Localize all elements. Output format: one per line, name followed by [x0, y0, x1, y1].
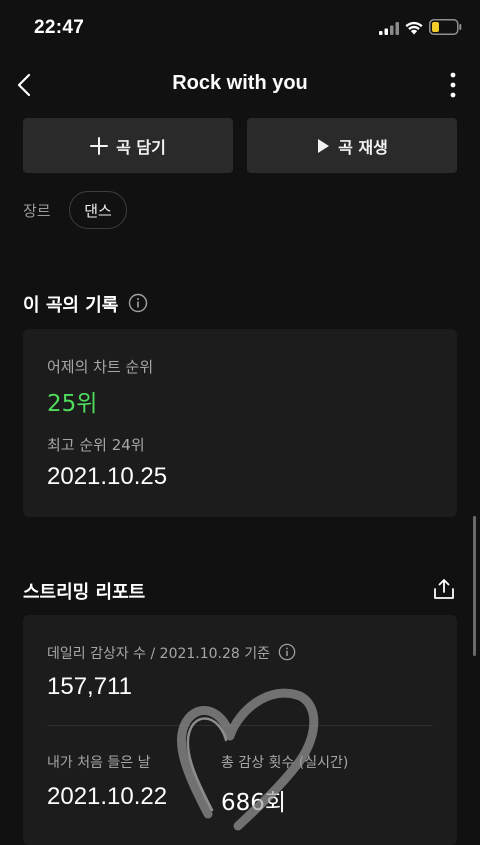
info-icon[interactable] [128, 293, 148, 313]
daily-listeners-label: 데일리 감상자 수 / 2021.10.28 기준 [47, 646, 271, 662]
scrollbar[interactable] [473, 516, 476, 656]
song-title: Rock with you [172, 72, 308, 94]
best-rank-label: 최고 순위 24위 [47, 436, 145, 454]
first-listen-value: 2021.10.22 [47, 783, 168, 810]
share-icon[interactable] [433, 578, 455, 600]
play-song-label: 곡 재생 [338, 137, 388, 157]
daily-listeners-info-icon[interactable] [278, 643, 296, 661]
song-history-title: 이 곡의 기록 [23, 295, 119, 316]
status-time: 22:47 [34, 17, 85, 38]
more-options-icon[interactable] [442, 70, 464, 100]
add-song-label: 곡 담기 [116, 137, 166, 157]
wifi-icon [405, 21, 423, 35]
status-bar: 22:47 [0, 0, 480, 56]
battery-icon [429, 19, 462, 35]
add-song-button[interactable]: 곡 담기 [23, 118, 233, 173]
play-song-button[interactable]: 곡 재생 [247, 118, 457, 173]
best-rank-date: 2021.10.25 [47, 463, 168, 490]
song-history-card: 어제의 차트 순위 25위 최고 순위 24위 2021.10.25 [23, 329, 457, 517]
plus-icon [90, 136, 109, 155]
genre-label: 장르 [23, 202, 51, 220]
first-listen-label: 내가 처음 들은 날 [47, 755, 151, 771]
heart-sticker-icon [176, 688, 319, 831]
yesterday-rank-value: 25위 [47, 391, 98, 417]
yesterday-rank-label: 어제의 차트 순위 [47, 358, 154, 376]
cellular-signal-icon [379, 22, 399, 35]
navigation-bar: Rock with you [0, 60, 480, 110]
daily-listeners-value: 157,711 [47, 673, 132, 700]
play-icon [318, 138, 330, 153]
streaming-report-title: 스트리밍 리포트 [23, 582, 146, 603]
genre-chip[interactable]: 댄스 [69, 191, 127, 229]
